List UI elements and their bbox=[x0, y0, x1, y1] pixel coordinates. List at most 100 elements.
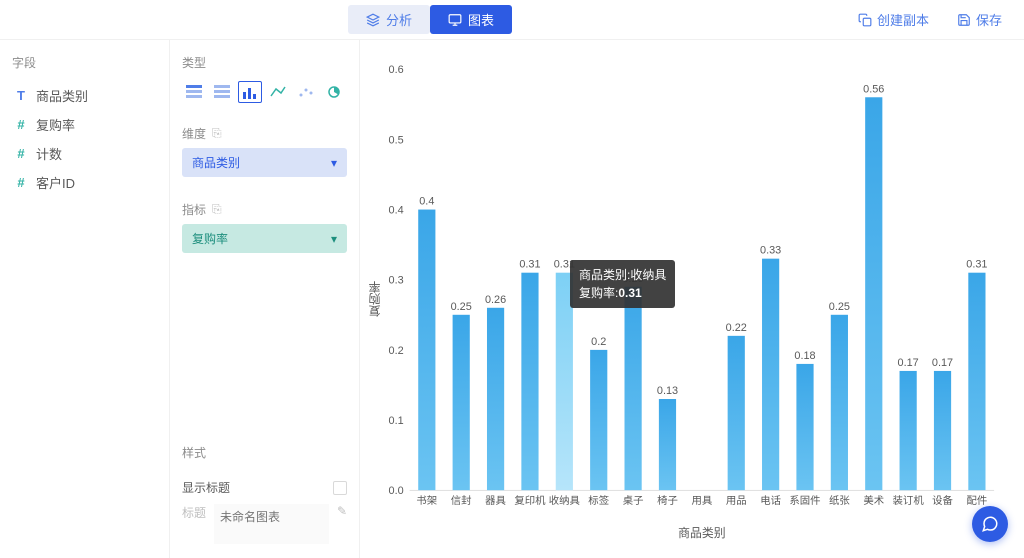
field-product-category[interactable]: T商品类别 bbox=[12, 81, 157, 110]
bar[interactable] bbox=[831, 315, 848, 490]
bar[interactable] bbox=[900, 371, 917, 490]
bar[interactable] bbox=[418, 210, 435, 491]
tab-label: 分析 bbox=[386, 10, 412, 29]
copy-icon bbox=[858, 13, 872, 27]
type-title: 类型 bbox=[182, 54, 347, 71]
svg-text:椅子: 椅子 bbox=[657, 494, 678, 507]
number-type-icon: # bbox=[14, 117, 28, 132]
bar[interactable] bbox=[487, 308, 504, 490]
save-icon bbox=[957, 13, 971, 27]
svg-text:0.31: 0.31 bbox=[966, 259, 987, 271]
copy-icon[interactable]: ⎘ bbox=[212, 202, 222, 217]
metric-drop[interactable]: 复购率▾ bbox=[182, 224, 347, 257]
svg-text:标签: 标签 bbox=[588, 494, 609, 507]
svg-text:0.29: 0.29 bbox=[623, 273, 644, 285]
bar[interactable] bbox=[521, 273, 538, 491]
metric-header: 指标⎘ bbox=[182, 201, 347, 218]
svg-text:纸张: 纸张 bbox=[829, 494, 850, 507]
chevron-down-icon: ▾ bbox=[331, 232, 337, 246]
chart-area: 复购率 0.00.10.20.30.40.50.60.4书架0.25信封0.26… bbox=[360, 40, 1024, 558]
field-label: 客户ID bbox=[36, 173, 75, 192]
svg-text:美术: 美术 bbox=[863, 494, 884, 507]
view-tabs: 分析 图表 bbox=[348, 5, 512, 34]
svg-text:0.4: 0.4 bbox=[419, 196, 434, 208]
dimension-pill[interactable]: 商品类别▾ bbox=[182, 148, 347, 177]
bar[interactable] bbox=[590, 350, 607, 490]
bar[interactable] bbox=[625, 287, 642, 490]
svg-text:商品类别: 商品类别 bbox=[678, 526, 726, 540]
bar[interactable] bbox=[865, 97, 882, 490]
chart-type-line[interactable] bbox=[266, 81, 290, 103]
show-title-checkbox[interactable] bbox=[333, 481, 347, 495]
bar[interactable] bbox=[659, 399, 676, 490]
bar[interactable] bbox=[453, 315, 470, 490]
svg-text:0.18: 0.18 bbox=[794, 350, 815, 362]
chat-fab[interactable] bbox=[972, 506, 1008, 542]
chart-type-pie[interactable] bbox=[322, 81, 346, 103]
bar[interactable] bbox=[762, 259, 779, 491]
chart-title-input[interactable] bbox=[214, 504, 329, 544]
svg-text:0.25: 0.25 bbox=[451, 301, 472, 313]
field-count[interactable]: #计数 bbox=[12, 139, 157, 168]
svg-text:0.6: 0.6 bbox=[389, 64, 404, 76]
monitor-icon bbox=[448, 13, 462, 27]
bar[interactable] bbox=[968, 273, 985, 491]
svg-text:信封: 信封 bbox=[451, 494, 472, 507]
svg-text:设备: 设备 bbox=[932, 494, 953, 507]
svg-text:0.56: 0.56 bbox=[863, 83, 884, 95]
metric-pill[interactable]: 复购率▾ bbox=[182, 224, 347, 253]
bar[interactable] bbox=[934, 371, 951, 490]
field-repurchase-rate[interactable]: # 复购率 bbox=[12, 110, 157, 139]
chart-type-table-dense[interactable] bbox=[182, 81, 206, 103]
field-label: 复购率 bbox=[36, 115, 75, 134]
svg-text:0.22: 0.22 bbox=[726, 322, 747, 334]
title-input-row: 标题 ✎ bbox=[182, 504, 347, 544]
bar[interactable] bbox=[796, 364, 813, 490]
svg-text:装订机: 装订机 bbox=[893, 494, 925, 507]
title-label: 标题 bbox=[182, 504, 206, 521]
svg-text:0.2: 0.2 bbox=[389, 345, 404, 357]
show-title-row: 显示标题 bbox=[182, 479, 347, 496]
tab-analysis[interactable]: 分析 bbox=[348, 5, 430, 34]
chart-type-scatter[interactable] bbox=[294, 81, 318, 103]
save-button[interactable]: 保存 bbox=[947, 5, 1012, 34]
top-bar: 分析 图表 创建副本 保存 bbox=[0, 0, 1024, 40]
svg-text:系固件: 系固件 bbox=[789, 495, 820, 507]
main: 字段 T商品类别 #复购率 #计数 #客户ID 类型 维度⎘ 商品类别▾ 指标⎘… bbox=[0, 40, 1024, 558]
show-title-label: 显示标题 bbox=[182, 479, 230, 496]
chart-type-table[interactable] bbox=[210, 81, 234, 103]
svg-text:用品: 用品 bbox=[726, 495, 747, 507]
svg-text:桌子: 桌子 bbox=[623, 494, 644, 507]
svg-text:0.31: 0.31 bbox=[519, 259, 540, 271]
chart-type-bar[interactable] bbox=[238, 81, 262, 103]
style-title: 样式 bbox=[182, 444, 347, 461]
edit-icon[interactable]: ✎ bbox=[337, 504, 347, 518]
bar-chart: 0.00.10.20.30.40.50.60.4书架0.25信封0.26器具0.… bbox=[370, 56, 1004, 548]
svg-text:0.17: 0.17 bbox=[898, 357, 919, 369]
number-type-icon: # bbox=[14, 146, 28, 161]
fields-panel: 字段 T商品类别 #复购率 #计数 #客户ID bbox=[0, 40, 170, 558]
bar[interactable] bbox=[556, 273, 573, 491]
svg-text:书架: 书架 bbox=[416, 495, 437, 507]
svg-text:0.4: 0.4 bbox=[389, 205, 404, 217]
number-type-icon: # bbox=[14, 175, 28, 190]
svg-text:0.31: 0.31 bbox=[554, 259, 575, 271]
create-copy-button[interactable]: 创建副本 bbox=[848, 5, 939, 34]
config-panel: 类型 维度⎘ 商品类别▾ 指标⎘ 复购率▾ 样式 显示标题 标题 ✎ bbox=[170, 40, 360, 558]
chart-type-picker bbox=[182, 81, 347, 103]
dimension-header: 维度⎘ bbox=[182, 125, 347, 142]
svg-text:0.13: 0.13 bbox=[657, 385, 678, 397]
svg-text:0.5: 0.5 bbox=[389, 134, 404, 146]
chevron-down-icon: ▾ bbox=[331, 156, 337, 170]
copy-icon[interactable]: ⎘ bbox=[212, 126, 222, 141]
bar[interactable] bbox=[728, 336, 745, 490]
field-customer-id[interactable]: # 客户ID bbox=[12, 168, 157, 197]
svg-text:收纳具: 收纳具 bbox=[549, 494, 580, 507]
dimension-drop[interactable]: 商品类别▾ bbox=[182, 148, 347, 181]
svg-text:复印机: 复印机 bbox=[514, 494, 546, 507]
svg-text:0.17: 0.17 bbox=[932, 357, 953, 369]
svg-text:用具: 用具 bbox=[691, 495, 712, 507]
text-type-icon: T bbox=[14, 88, 28, 103]
svg-text:0.3: 0.3 bbox=[389, 275, 404, 287]
tab-chart[interactable]: 图表 bbox=[430, 5, 512, 34]
